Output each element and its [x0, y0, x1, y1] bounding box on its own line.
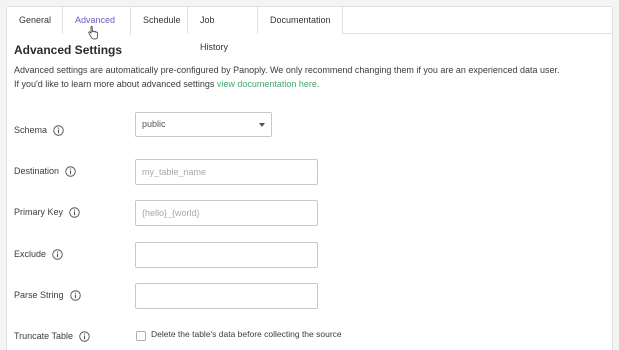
view-documentation-link[interactable]: view documentation here	[217, 79, 317, 89]
tab-general[interactable]: General	[7, 7, 63, 34]
parse-string-row-label: Parse String	[14, 288, 81, 302]
exclude-row-label: Exclude	[14, 247, 63, 261]
truncate-table-checkbox-label[interactable]: Delete the table's data before collectin…	[151, 329, 342, 339]
info-icon[interactable]	[52, 248, 63, 260]
schema-row-label: Schema	[14, 123, 64, 137]
tab-schedule[interactable]: Schedule	[131, 7, 188, 34]
truncate-table-checkbox[interactable]	[136, 331, 146, 341]
schema-select[interactable]: public	[135, 112, 272, 137]
destination-row-label: Destination	[14, 164, 76, 178]
primary-key-input[interactable]	[135, 200, 318, 226]
info-icon[interactable]	[69, 206, 80, 218]
description-line-2: If you'd like to learn more about advanc…	[14, 77, 604, 91]
description-line-1: Advanced settings are automatically pre-…	[14, 65, 560, 75]
tab-job-history[interactable]: Job History	[188, 7, 258, 52]
info-icon[interactable]	[69, 289, 81, 301]
destination-label: Destination	[14, 166, 60, 176]
exclude-input[interactable]	[135, 242, 318, 268]
info-icon[interactable]	[65, 165, 76, 177]
caret-down-icon	[259, 123, 265, 127]
info-icon[interactable]	[79, 330, 90, 342]
parse-string-label: Parse String	[14, 290, 64, 300]
truncate-table-row-label: Truncate Table	[14, 329, 90, 343]
primary-key-label: Primary Key	[14, 207, 64, 217]
primary-key-row-label: Primary Key	[14, 205, 80, 219]
destination-input[interactable]	[135, 159, 318, 185]
schema-label: Schema	[14, 125, 48, 135]
hand-pointer-icon	[88, 26, 98, 40]
truncate-table-label: Truncate Table	[14, 331, 74, 341]
info-icon[interactable]	[53, 124, 64, 136]
description-prefix: If you'd like to learn more about advanc…	[14, 79, 217, 89]
description: Advanced settings are automatically pre-…	[14, 63, 604, 91]
description-suffix: .	[316, 79, 320, 89]
schema-select-value: public	[142, 119, 166, 129]
exclude-label: Exclude	[14, 249, 47, 259]
page-title: Advanced Settings	[14, 43, 123, 57]
parse-string-input[interactable]	[135, 283, 318, 309]
tab-documentation[interactable]: Documentation	[258, 7, 343, 34]
